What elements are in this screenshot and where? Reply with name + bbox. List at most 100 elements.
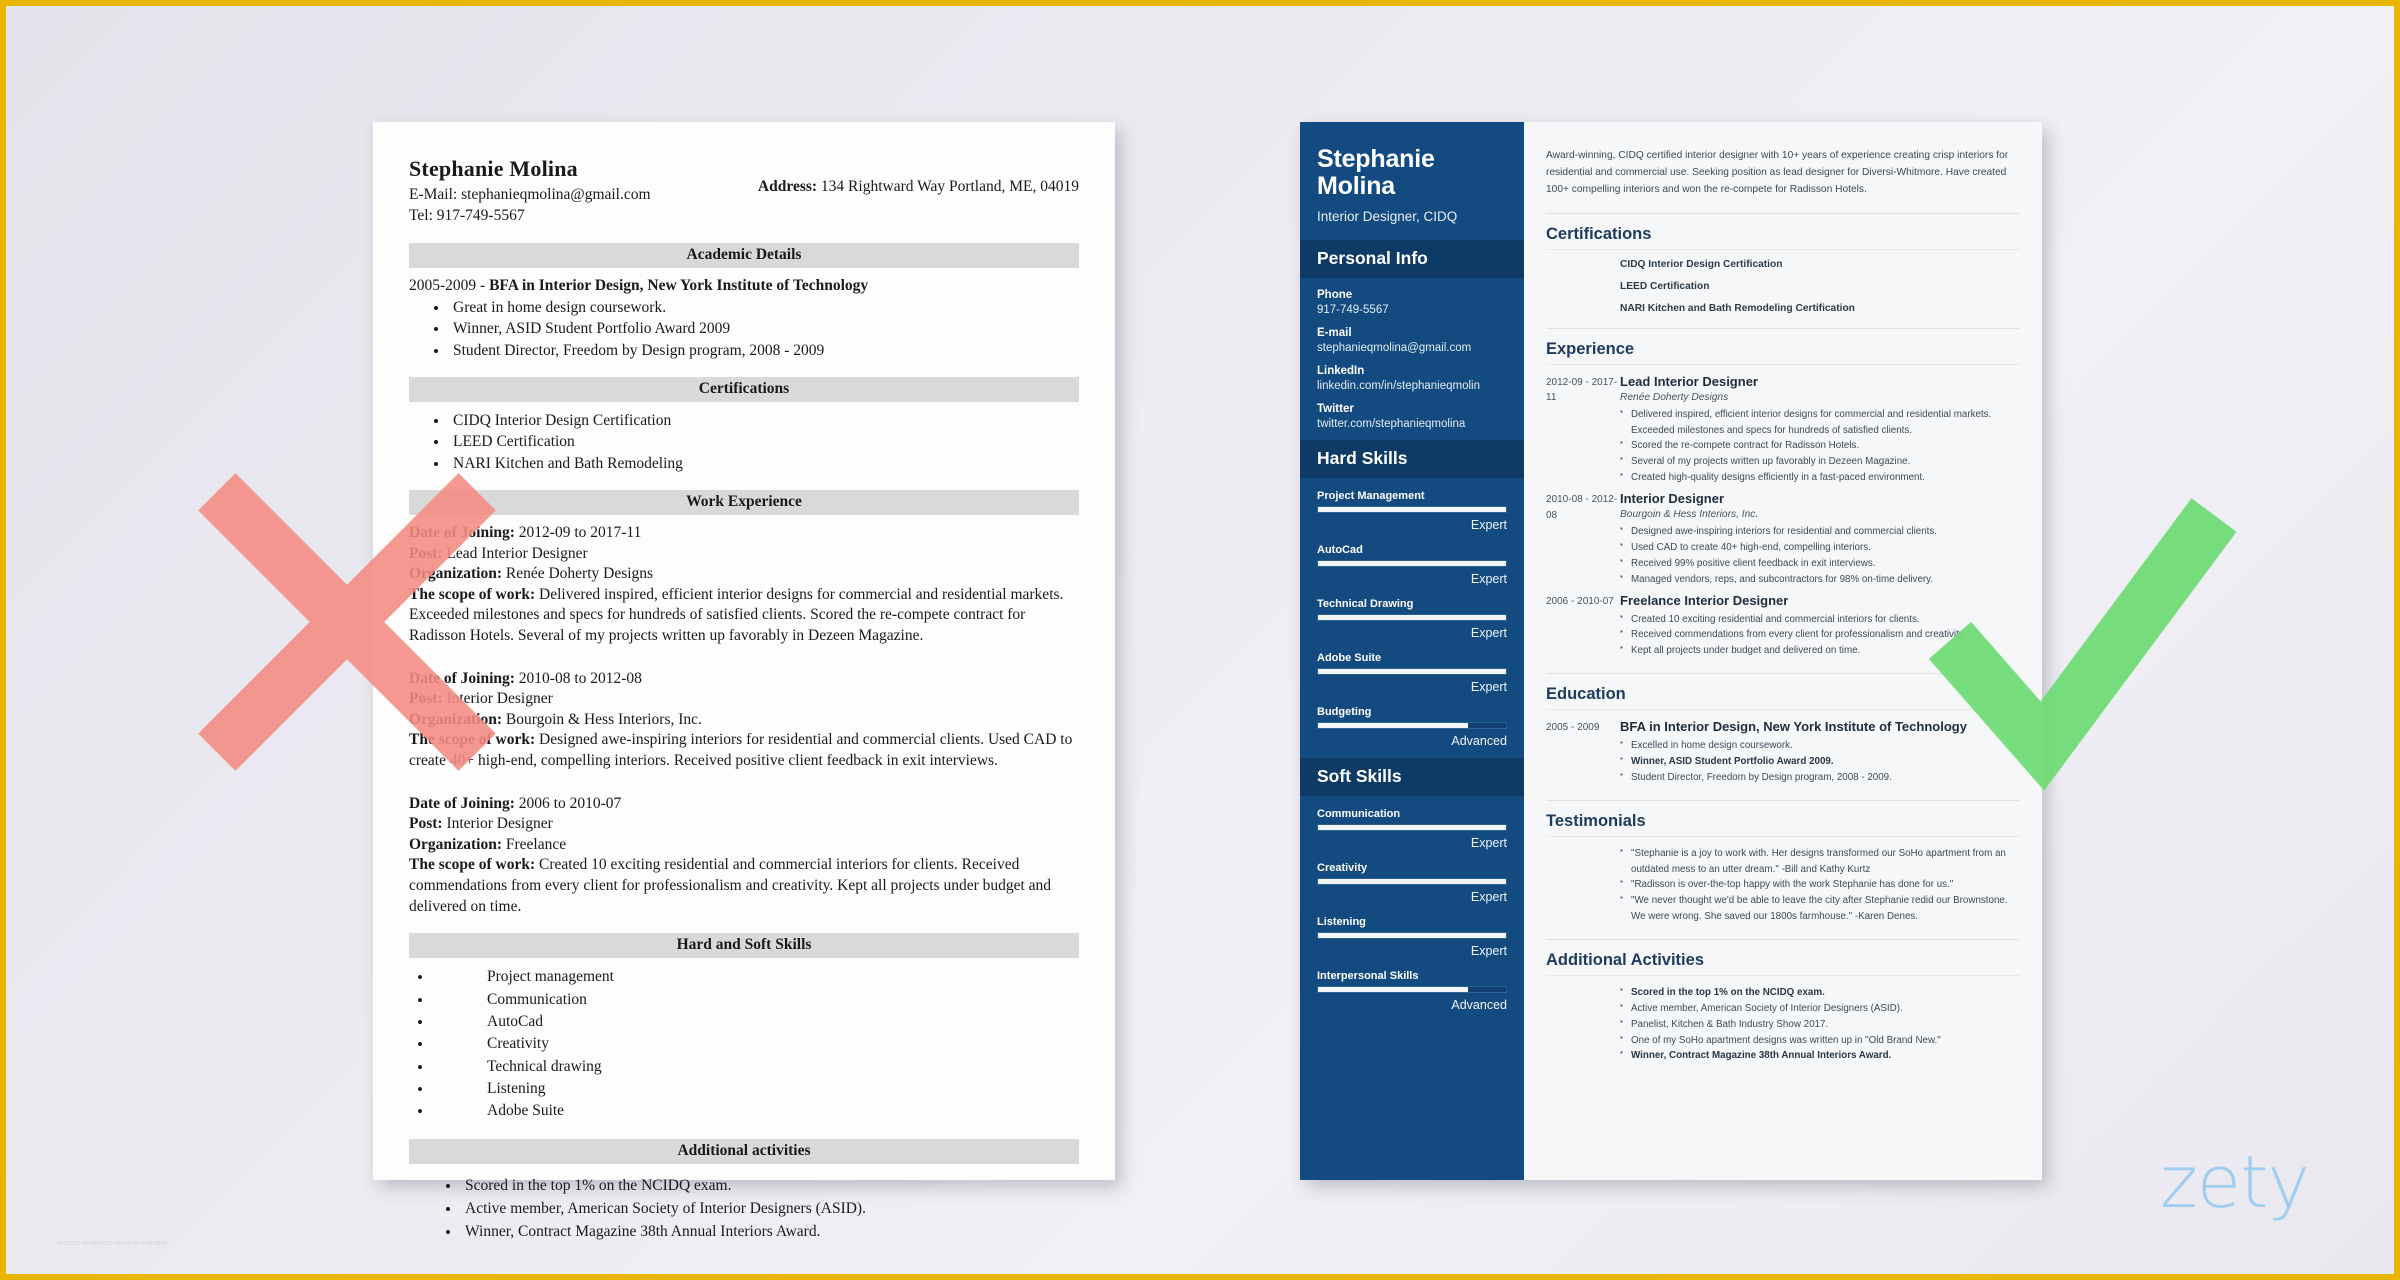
traditional-skill-item: Adobe Suite xyxy=(409,1100,1079,1125)
hard-skill-level: Expert xyxy=(1470,625,1507,640)
modern-additional-list: Scored in the top 1% on the NCIDQ exam.A… xyxy=(1620,984,2020,1064)
hard-skill-level: Expert xyxy=(1470,517,1507,532)
modern-activity-item: Winner, Contract Magazine 38th Annual In… xyxy=(1620,1047,2020,1064)
traditional-job-scope: The scope of work: Designed awe-inspirin… xyxy=(409,730,1079,772)
modern-experience-date: 2006 - 2010-07 xyxy=(1546,595,1614,607)
hard-skill-name: Budgeting xyxy=(1317,705,1372,718)
soft-skill-level: Expert xyxy=(1470,835,1507,850)
section-rule-additional xyxy=(1546,974,2020,976)
modern-experience-bullet: Created high-quality designs efficiently… xyxy=(1620,469,2020,486)
modern-resume-sidebar: Stephanie Molina Interior Designer, CIDQ… xyxy=(1300,122,1524,1180)
traditional-academic-list: Great in home design coursework.Winner, … xyxy=(449,297,1079,361)
soft-skill-bar-fill xyxy=(1318,878,1506,884)
modern-activity-item: One of my SoHo apartment designs was wri… xyxy=(1620,1032,2020,1049)
hard-skill-name: AutoCad xyxy=(1317,543,1363,556)
traditional-job-scope-label: The scope of work: xyxy=(409,731,536,749)
traditional-academic-item: Student Director, Freedom by Design prog… xyxy=(449,340,1079,361)
modern-experience-entry: 2010-08 - 2012-08 Interior Designer Bourgo… xyxy=(1546,491,2020,587)
modern-activity-item: Active member, American Society of Inter… xyxy=(1620,1000,2020,1017)
modern-testimonials-list: "Stephanie is a joy to work with. Her de… xyxy=(1620,845,2020,925)
traditional-skill-item: Communication xyxy=(409,989,1079,1014)
traditional-skill-item: Creativity xyxy=(409,1033,1079,1058)
modern-heading-experience: Experience xyxy=(1546,327,2020,364)
modern-heading-testimonials: Testimonials xyxy=(1546,799,2020,836)
traditional-skill-item: Listening xyxy=(409,1078,1079,1103)
modern-experience-bullet: Created 10 exciting residential and comm… xyxy=(1620,611,2020,628)
modern-experience-list: 2012-09 - 2017-11 Lead Interior Designer R… xyxy=(1546,374,2020,659)
soft-skill-level: Advanced xyxy=(1451,997,1507,1012)
hard-skill-bar xyxy=(1317,559,1507,567)
traditional-job-post: Post: Interior Designer xyxy=(409,689,1079,709)
traditional-job-post-value: Lead Interior Designer xyxy=(442,544,588,562)
modern-experience-bullet: Scored the re-compete contract for Radis… xyxy=(1620,437,2020,454)
modern-heading-additional: Additional Activities xyxy=(1546,938,2020,975)
hard-skill-level: Advanced xyxy=(1451,733,1507,748)
soft-skill-bar xyxy=(1317,985,1507,993)
modern-experience-bullet: Received 99% positive client feedback in… xyxy=(1620,555,2020,572)
traditional-job-gap xyxy=(409,651,1079,669)
hard-skill-bar-fill xyxy=(1318,560,1506,566)
modern-summary: Award-winning, CIDQ certified interior d… xyxy=(1546,150,2009,195)
traditional-phone: Tel: 917-749-5567 xyxy=(409,206,525,224)
watermark-text: resume-templates-resume-example xyxy=(57,1240,168,1247)
hard-skill-bar-fill xyxy=(1318,722,1469,728)
modern-experience-bullets: Created 10 exciting residential and comm… xyxy=(1620,611,2020,660)
modern-soft-skills-list: Communication Expert Creativity Expert Liste… xyxy=(1300,808,1524,1012)
traditional-section-heading-additional: Additional activities xyxy=(409,1138,1079,1164)
traditional-activity-item: Winner, Contract Magazine 38th Annual In… xyxy=(461,1220,1079,1243)
traditional-job-scope-label: The scope of work: xyxy=(409,585,536,603)
modern-sidebar-identity: Stephanie Molina Interior Designer, CIDQ xyxy=(1300,122,1524,240)
section-rule-experience xyxy=(1546,363,2020,365)
hard-skill-bar xyxy=(1317,667,1507,675)
soft-skill-bar xyxy=(1317,823,1507,831)
soft-skill-level: Expert xyxy=(1470,889,1507,904)
traditional-certification-item: LEED Certification xyxy=(449,431,1079,452)
soft-skill-bar-fill xyxy=(1318,824,1506,830)
traditional-section-heading-certifications: Certifications xyxy=(409,377,1079,403)
modern-heading-soft-skills: Soft Skills xyxy=(1300,757,1524,796)
contact-label-twitter: Twitter xyxy=(1317,402,1354,415)
modern-certification-item: LEED Certification xyxy=(1620,280,1710,292)
traditional-job-organization: Organization: Bourgoin & Hess Interiors,… xyxy=(409,710,1079,730)
traditional-job-date-label: Date of Joining: xyxy=(409,524,515,542)
traditional-section-heading-academic: Academic Details xyxy=(409,242,1079,268)
modern-education-bullet: Winner, ASID Student Portfolio Award 200… xyxy=(1620,753,2020,770)
traditional-skills-list: Project managementCommunicationAutoCadCr… xyxy=(409,966,1079,1125)
modern-experience-bullets: Delivered inspired, efficient interior d… xyxy=(1620,406,2020,486)
modern-experience-bullet: Designed awe-inspiring interiors for res… xyxy=(1620,523,2020,540)
traditional-resume-page: Stephanie Molina E-Mail: stephanieqmolin… xyxy=(373,122,1115,1240)
modern-education-list: 2005 - 2009 BFA in Interior Design, New Y… xyxy=(1546,719,2020,786)
modern-certification-item: NARI Kitchen and Bath Remodeling Certifi… xyxy=(1620,302,1855,314)
modern-education-body: BFA in Interior Design, New York Institu… xyxy=(1620,719,2020,786)
hard-skill-bar xyxy=(1317,613,1507,621)
traditional-address-label: Address: xyxy=(757,178,818,195)
image-frame: Stephanie Molina E-Mail: stephanieqmolin… xyxy=(0,0,2400,1280)
traditional-job-organization: Organization: Renée Doherty Designs xyxy=(409,564,1079,584)
modern-experience-date: 2012-09 - 2017-11 xyxy=(1546,376,1618,404)
traditional-degree-line: 2005-2009 - BFA in Interior Design, New … xyxy=(409,276,1079,296)
modern-activity-item: Scored in the top 1% on the NCIDQ exam. xyxy=(1620,984,2020,1001)
modern-experience-bullet: Managed vendors, reps, and subcontractor… xyxy=(1620,571,2020,588)
traditional-certification-item: CIDQ Interior Design Certification xyxy=(449,410,1079,431)
section-rule-certifications xyxy=(1546,248,2020,250)
traditional-job-organization-value: Freelance xyxy=(502,835,567,853)
modern-testimonial-item: "We never thought we'd be able to leave … xyxy=(1620,892,2020,925)
hard-skill-bar-fill xyxy=(1318,506,1506,512)
hard-skill-name: Adobe Suite xyxy=(1317,651,1382,664)
modern-education-bullet: Excelled in home design coursework. xyxy=(1620,737,2020,754)
traditional-contact-block: Stephanie Molina E-Mail: stephanieqmolin… xyxy=(409,156,651,227)
modern-experience-org: Renée Doherty Designs xyxy=(1620,391,1729,403)
modern-experience-date: 2010-08 - 2012-08 xyxy=(1546,494,1618,521)
modern-education-degree: BFA in Interior Design, New York Institu… xyxy=(1620,719,1967,735)
modern-heading-hard-skills: Hard Skills xyxy=(1300,439,1524,478)
contact-label-email: E-mail xyxy=(1317,326,1352,339)
traditional-email: E-Mail: stephanieqmolina@gmail.com xyxy=(409,186,651,203)
traditional-job-gap xyxy=(409,776,1079,794)
hard-skill-bar-fill xyxy=(1318,614,1506,620)
traditional-job-date: Date of Joining: 2012-09 to 2017-11 xyxy=(409,523,1079,543)
hard-skill-level: Expert xyxy=(1470,571,1507,586)
modern-education-entry: 2005 - 2009 BFA in Interior Design, New Y… xyxy=(1546,719,2020,786)
traditional-candidate-name: Stephanie Molina xyxy=(409,156,578,181)
contact-value-phone: 917-749-5567 xyxy=(1317,303,1389,316)
